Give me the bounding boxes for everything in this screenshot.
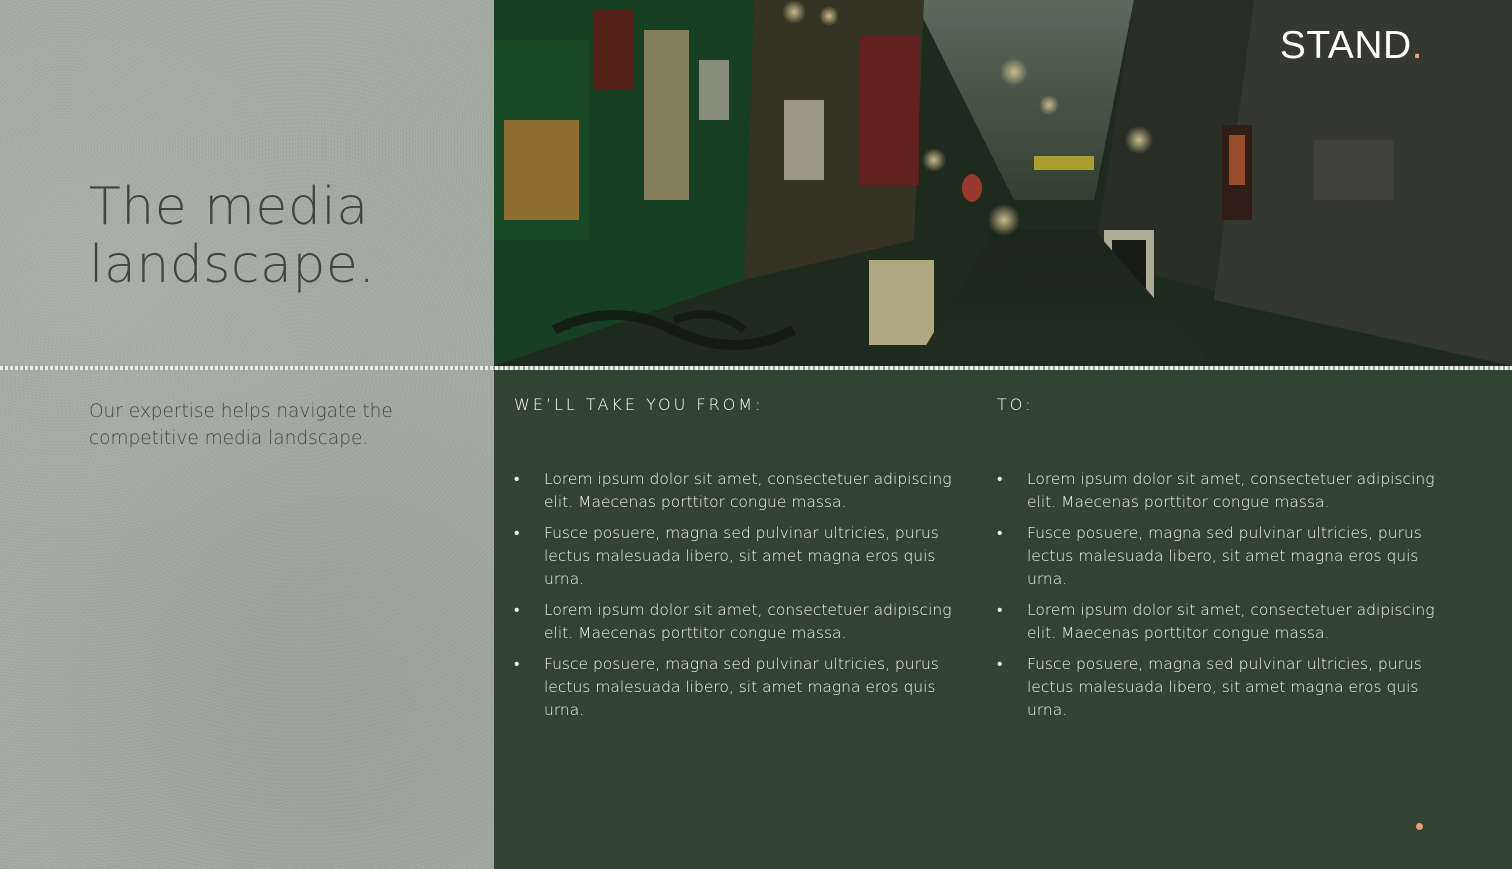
stand-logo: STAND.	[1280, 24, 1423, 68]
bullet-icon: •	[514, 470, 520, 488]
to-list-item: • Fusce posuere, magna sed pulvinar ultri…	[997, 522, 1437, 591]
bullet-icon: •	[514, 601, 520, 619]
to-list-item: • Fusce posuere, magna sed pulvinar ultri…	[997, 653, 1437, 722]
from-item-text: Fusce posuere, magna sed pulvinar ultric…	[544, 655, 939, 719]
from-item-text: Lorem ipsum dolor sit amet, consectetuer…	[544, 601, 952, 642]
logo-text: STAND	[1279, 24, 1412, 67]
to-item-text: Fusce posuere, magna sed pulvinar ultric…	[1027, 655, 1422, 719]
content-panel: WE’LL TAKE YOU FROM: • Lorem ipsum dolor …	[494, 370, 1512, 869]
to-column: TO: • Lorem ipsum dolor sit amet, consect…	[997, 395, 1437, 730]
from-heading: WE’LL TAKE YOU FROM:	[514, 395, 764, 414]
from-list-item: • Fusce posuere, magna sed pulvinar ultri…	[514, 653, 954, 722]
bullet-icon: •	[514, 524, 520, 542]
left-panel: The media landscape. Our expertise helps…	[0, 0, 494, 869]
street-photo: STAND.	[494, 0, 1512, 366]
from-item-text: Fusce posuere, magna sed pulvinar ultric…	[544, 524, 939, 588]
accent-dot	[1416, 823, 1423, 830]
to-item-text: Lorem ipsum dolor sit amet, consectetuer…	[1027, 470, 1435, 511]
to-list: • Lorem ipsum dolor sit amet, consectetue…	[997, 468, 1437, 722]
bullet-icon: •	[514, 655, 520, 673]
to-item-text: Lorem ipsum dolor sit amet, consectetuer…	[1027, 601, 1435, 642]
bullet-icon: •	[997, 655, 1003, 673]
slide-subtitle: Our expertise helps navigate the competi…	[89, 401, 393, 449]
to-list-item: • Lorem ipsum dolor sit amet, consectetue…	[997, 599, 1437, 645]
logo-dot: .	[1411, 24, 1423, 67]
bullet-icon: •	[997, 524, 1003, 542]
from-item-text: Lorem ipsum dolor sit amet, consectetuer…	[544, 470, 952, 511]
from-list-item: • Lorem ipsum dolor sit amet, consectetue…	[514, 599, 954, 645]
to-list-item: • Lorem ipsum dolor sit amet, consectetue…	[997, 468, 1437, 514]
from-column: WE’LL TAKE YOU FROM: • Lorem ipsum dolor …	[514, 395, 954, 730]
to-item-text: Fusce posuere, magna sed pulvinar ultric…	[1027, 524, 1422, 588]
from-list-item: • Lorem ipsum dolor sit amet, consectetue…	[514, 468, 954, 514]
to-heading: TO:	[997, 395, 1034, 414]
bullet-icon: •	[997, 601, 1003, 619]
from-list: • Lorem ipsum dolor sit amet, consectetue…	[514, 468, 954, 722]
slide-title: The media landscape.	[89, 177, 376, 295]
bullet-icon: •	[997, 470, 1003, 488]
from-list-item: • Fusce posuere, magna sed pulvinar ultri…	[514, 522, 954, 591]
